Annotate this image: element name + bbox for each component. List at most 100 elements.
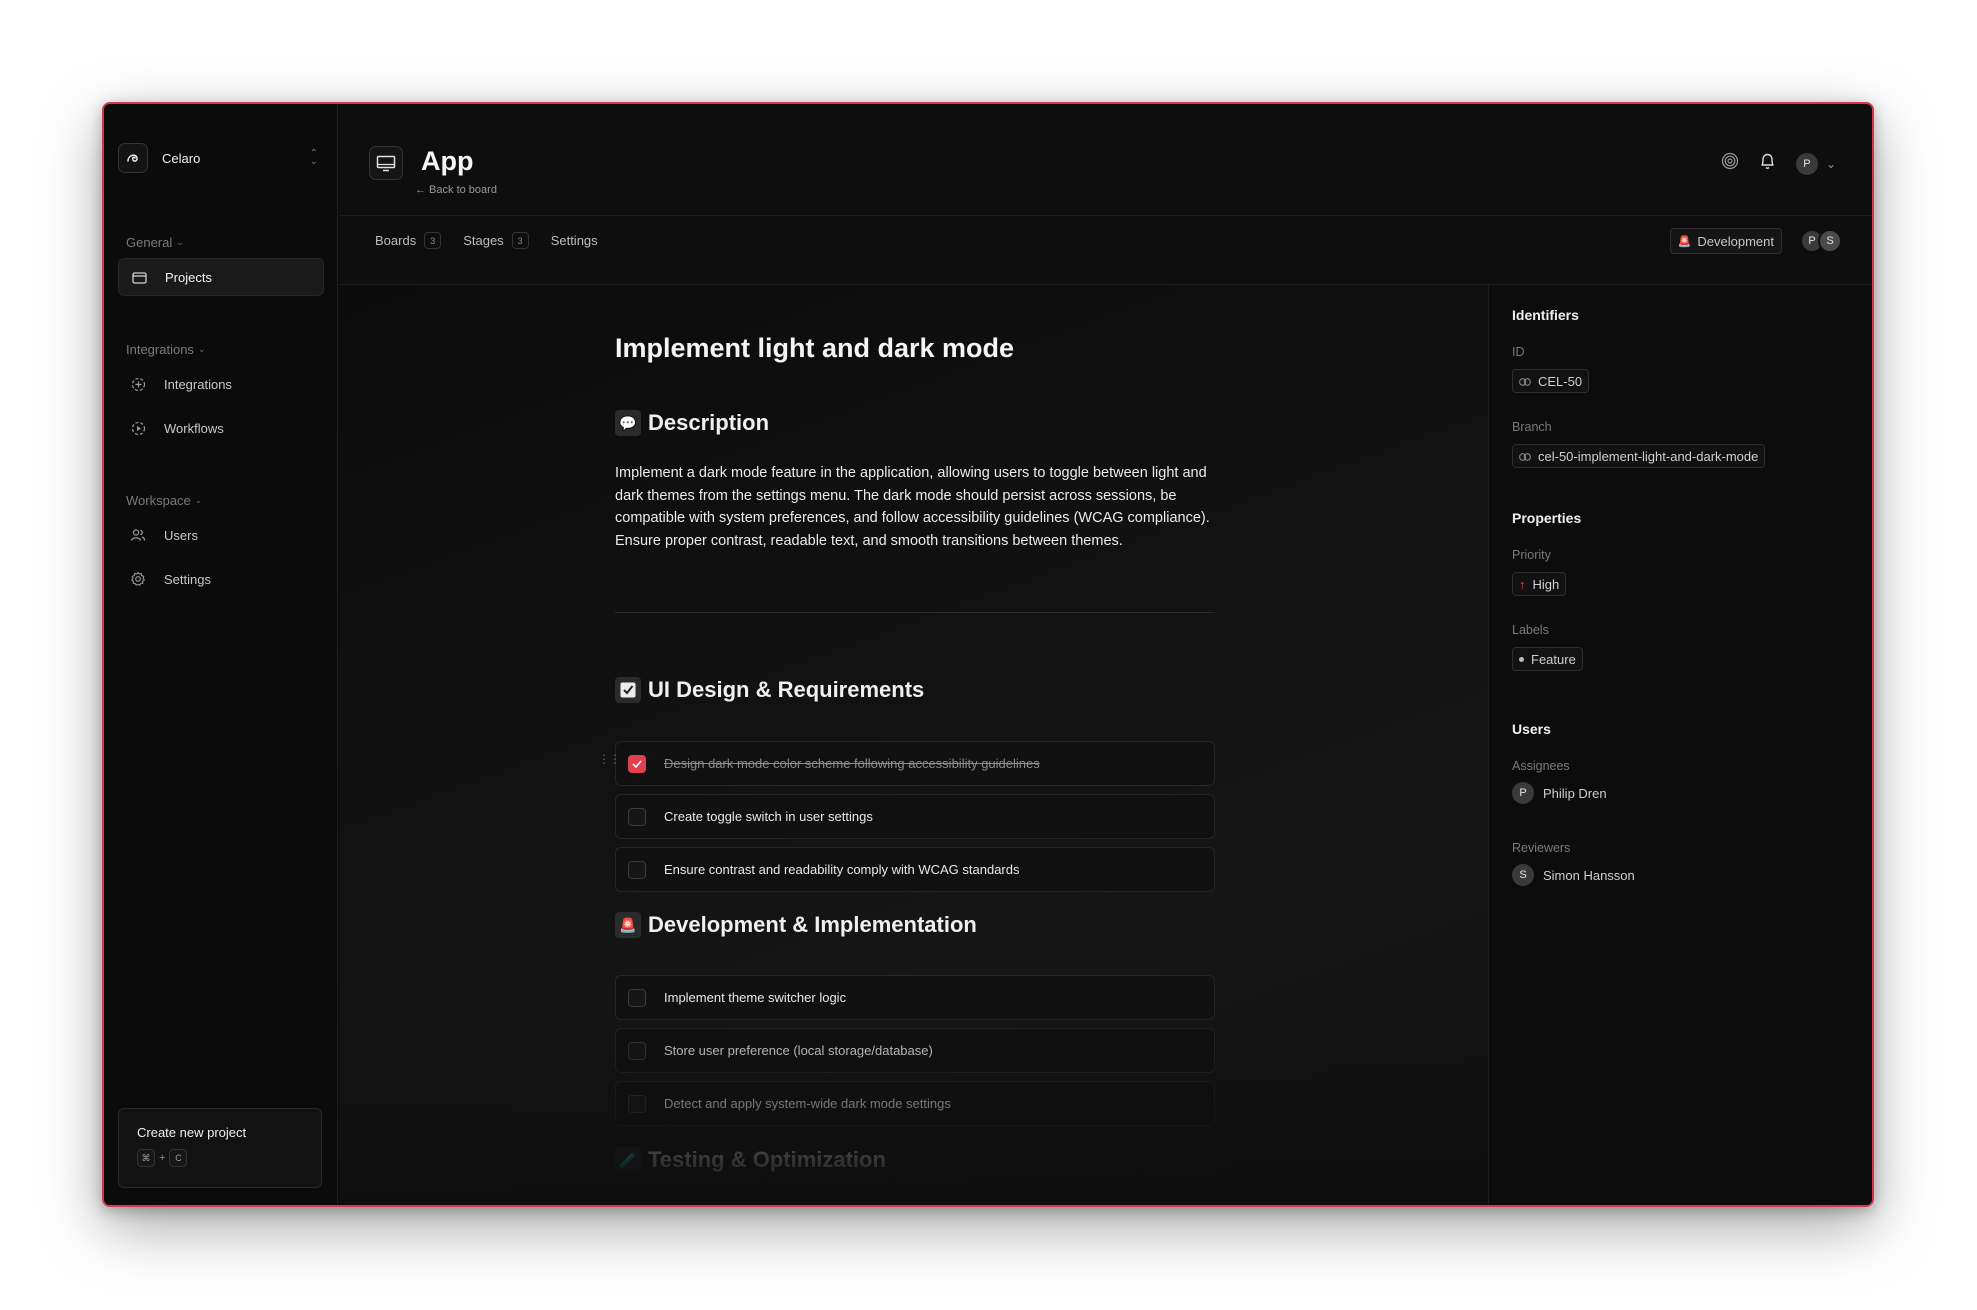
task-checkbox[interactable] [628,988,646,1007]
field-label-id: ID [1512,345,1525,359]
section-heading-development: 🚨 Development & Implementation [615,912,977,938]
create-project-card[interactable]: Create new project ⌘ + C [118,1108,322,1188]
back-to-board-link[interactable]: ← Back to board [415,184,497,196]
topbar-actions: P ⌄ [1721,152,1836,175]
issue-title[interactable]: Implement light and dark mode [615,333,1014,364]
sidebar-item-label: Workflows [164,420,224,436]
sidebar-item-workflows[interactable]: Workflows [118,409,324,447]
task-checkbox[interactable] [628,754,646,773]
task-item[interactable]: Detect and apply system-wide dark mode s… [615,1081,1215,1126]
task-text: Design dark mode color scheme following … [664,756,1040,771]
field-label-priority: Priority [1512,548,1551,562]
sidebar-item-label: Settings [164,571,211,587]
description-text[interactable]: Implement a dark mode feature in the app… [615,462,1215,552]
workflow-icon [130,420,146,436]
c-key: C [169,1149,188,1167]
sidebar-item-users[interactable]: Users [118,516,324,554]
test-tube-icon: 🧪 [615,1147,641,1173]
branch-chip[interactable]: cel-50-implement-light-and-dark-mode [1512,444,1766,468]
sidebar-item-label: Projects [165,269,212,285]
avatar: P [1795,152,1818,175]
task-checkbox[interactable] [628,1041,646,1060]
plug-icon [130,376,146,392]
sidebar-item-settings[interactable]: Settings [118,560,324,598]
app-window: Celaro ⌃ ⌄ General ⌄ Projects Integrations… [102,102,1874,1207]
sidebar-item-integrations[interactable]: Integrations [118,365,324,403]
create-project-title: Create new project [137,1125,247,1140]
avatar: S [1818,229,1842,253]
reviewer[interactable]: S Simon Hansson [1512,864,1635,886]
plus-sign: + [159,1152,166,1164]
sidebar-item-projects[interactable]: Projects [118,258,324,296]
keyboard-shortcut: ⌘ + C [137,1149,303,1167]
field-label-branch: Branch [1512,420,1552,434]
folder-icon [131,269,147,285]
main-area: App ← Back to board P ⌄ Boards 3 Stages 3 … [339,104,1872,1205]
task-item[interactable]: Store user preference (local storage/dat… [615,1028,1215,1073]
chevron-down-icon: ⌄ [1825,156,1836,171]
task-item[interactable]: Ensure contrast and readability comply w… [615,847,1215,892]
task-text: Store user preference (local storage/dat… [664,1043,933,1058]
label-chip[interactable]: Feature [1512,647,1583,671]
link-icon [1519,374,1531,389]
group-label-integrations[interactable]: Integrations ⌄ [118,339,324,359]
tab-bar-actions: 🚨 Development P S [1669,228,1842,254]
task-text: Detect and apply system-wide dark mode s… [664,1096,951,1111]
nav-group-general: General ⌄ Projects [118,232,324,296]
speech-bubble-icon: 💬 [615,410,641,436]
checkbox-icon [615,677,641,703]
task-text: Create toggle switch in user settings [664,809,873,824]
task-checkbox[interactable] [628,807,646,826]
task-checkbox[interactable] [628,860,646,879]
panel-heading-users: Users [1512,721,1551,737]
section-heading-description: 💬 Description [615,410,769,436]
sidebar-item-label: Integrations [164,376,232,392]
workspace-switcher[interactable]: Celaro ⌃ ⌄ [118,142,318,174]
user-menu[interactable]: P ⌄ [1795,152,1836,175]
details-panel: Identifiers ID CEL-50 Branch cel-50-impl… [1490,285,1872,1205]
arrow-up-icon: ↑ [1519,576,1526,592]
chevron-down-icon: ⌄ [197,343,206,354]
document-area: Implement light and dark mode 💬 Descript… [339,285,1489,1205]
sidebar-item-label: Users [164,527,198,543]
panel-heading-properties: Properties [1512,510,1582,526]
assignee[interactable]: P Philip Dren [1512,782,1607,804]
id-chip[interactable]: CEL-50 [1512,369,1590,393]
task-item[interactable]: ⋮⋮ Design dark mode color scheme followi… [598,741,1215,786]
task-text: Ensure contrast and readability comply w… [664,862,1020,877]
topbar: App ← Back to board P ⌄ [339,104,1872,216]
chevron-down-icon: ⌄ [176,236,184,247]
command-key: ⌘ [137,1149,155,1167]
bell-icon[interactable] [1759,152,1776,175]
task-item[interactable]: Implement theme switcher logic [615,975,1215,1020]
workspace-logo-icon [118,143,148,173]
task-text: Implement theme switcher logic [664,990,847,1005]
tab-settings[interactable]: Settings [551,233,598,248]
siren-icon: 🚨 [1677,235,1692,248]
group-label-workspace[interactable]: Workspace ⌄ [118,490,324,510]
tab-bar: Boards 3 Stages 3 Settings [375,232,598,249]
task-item[interactable]: Create toggle switch in user settings [615,794,1215,839]
divider [615,612,1215,613]
field-label-labels: Labels [1512,623,1549,637]
target-icon[interactable] [1721,152,1739,175]
member-avatars[interactable]: P S [1800,229,1842,253]
tab-boards[interactable]: Boards 3 [375,232,442,249]
section-heading-testing: 🧪 Testing & Optimization [615,1147,886,1173]
sidebar: Celaro ⌃ ⌄ General ⌄ Projects Integrations… [104,104,338,1205]
group-label-general[interactable]: General ⌄ [118,232,324,252]
avatar: S [1512,864,1534,886]
nav-group-workspace: Workspace ⌄ Users Settings [118,490,324,598]
task-checkbox[interactable] [628,1094,646,1113]
tab-stages[interactable]: Stages 3 [463,232,529,249]
chevron-down-icon: ⌄ [194,494,203,505]
stage-badge[interactable]: 🚨 Development [1669,228,1782,254]
nav-group-integrations: Integrations ⌄ Integrations Workflows [118,339,324,447]
priority-chip[interactable]: ↑ High [1512,572,1567,596]
dot-icon [1519,656,1524,662]
users-icon [130,527,146,543]
siren-icon: 🚨 [615,912,641,938]
avatar: P [1512,782,1534,804]
drag-handle-icon[interactable]: ⋮⋮ [598,753,621,765]
field-label-assignees: Assignees [1512,759,1570,773]
